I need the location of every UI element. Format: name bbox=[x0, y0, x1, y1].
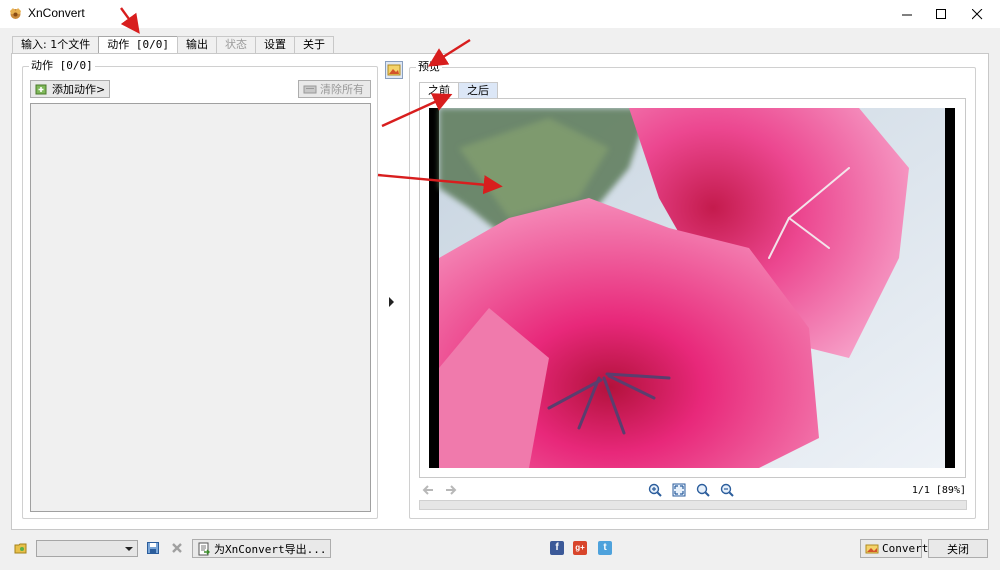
export-for-xnconvert-label: 为XnConvert导出... bbox=[214, 542, 327, 556]
preview-image-icon bbox=[387, 64, 401, 76]
convert-label: Convert bbox=[882, 542, 929, 555]
close-window-button[interactable] bbox=[954, 0, 1000, 28]
zoom-actual-icon[interactable] bbox=[695, 482, 711, 498]
zoom-in-icon[interactable] bbox=[647, 482, 663, 498]
preview-image bbox=[429, 108, 955, 468]
preset-select[interactable] bbox=[36, 540, 138, 557]
preview-toggle-button[interactable] bbox=[385, 61, 403, 79]
chevron-down-icon bbox=[125, 547, 133, 551]
actions-list[interactable] bbox=[30, 103, 371, 512]
tab-about[interactable]: 关于 bbox=[293, 36, 334, 54]
tab-input[interactable]: 输入: 1个文件 bbox=[12, 36, 100, 54]
title-bar: XnConvert bbox=[0, 0, 1000, 28]
fit-to-window-icon[interactable] bbox=[671, 482, 687, 498]
tab-status[interactable]: 状态 bbox=[215, 36, 256, 54]
facebook-icon[interactable]: f bbox=[550, 541, 564, 555]
zoom-out-icon[interactable] bbox=[719, 482, 735, 498]
convert-icon bbox=[865, 542, 879, 556]
xnconvert-logo-icon bbox=[8, 6, 23, 21]
export-for-xnconvert-button[interactable]: 为XnConvert导出... bbox=[192, 539, 332, 558]
subtab-before[interactable]: 之前 bbox=[419, 82, 459, 98]
google-plus-icon[interactable]: g+ bbox=[573, 541, 587, 555]
splitter-expand-arrow-icon[interactable] bbox=[389, 297, 394, 307]
close-label: 关闭 bbox=[947, 542, 969, 556]
preview-progress-bar bbox=[419, 500, 967, 510]
close-button[interactable]: 关闭 bbox=[928, 539, 988, 558]
subtab-after[interactable]: 之后 bbox=[458, 82, 498, 98]
clear-all-icon bbox=[303, 82, 317, 96]
export-script-icon bbox=[197, 542, 211, 556]
window-title: XnConvert bbox=[28, 6, 85, 20]
save-preset-icon[interactable] bbox=[145, 540, 161, 556]
add-action-label: 添加动作> bbox=[52, 83, 106, 96]
add-action-icon bbox=[35, 82, 49, 96]
clear-all-label: 清除所有 bbox=[320, 83, 364, 96]
clear-all-button[interactable]: 清除所有 bbox=[298, 80, 371, 98]
preview-subtabs: 之前 之后 bbox=[419, 82, 498, 98]
convert-button[interactable]: Convert bbox=[860, 539, 928, 558]
preview-group-label: 预览 bbox=[416, 60, 442, 73]
twitter-icon[interactable]: t bbox=[598, 541, 612, 555]
delete-preset-icon[interactable] bbox=[169, 540, 185, 556]
open-folder-icon[interactable] bbox=[13, 540, 29, 556]
add-action-button[interactable]: 添加动作> bbox=[30, 80, 111, 98]
page-info: 1/1 [89%] bbox=[911, 485, 966, 496]
tab-output[interactable]: 输出 bbox=[176, 36, 217, 54]
tab-settings[interactable]: 设置 bbox=[254, 36, 295, 54]
previous-image-icon[interactable] bbox=[420, 482, 436, 498]
main-tabs: 输入: 1个文件 动作 [0/0] 输出 状态 设置 关于 bbox=[12, 36, 334, 55]
next-image-icon[interactable] bbox=[443, 482, 459, 498]
actions-group-label: 动作 [0/0] bbox=[29, 59, 95, 72]
